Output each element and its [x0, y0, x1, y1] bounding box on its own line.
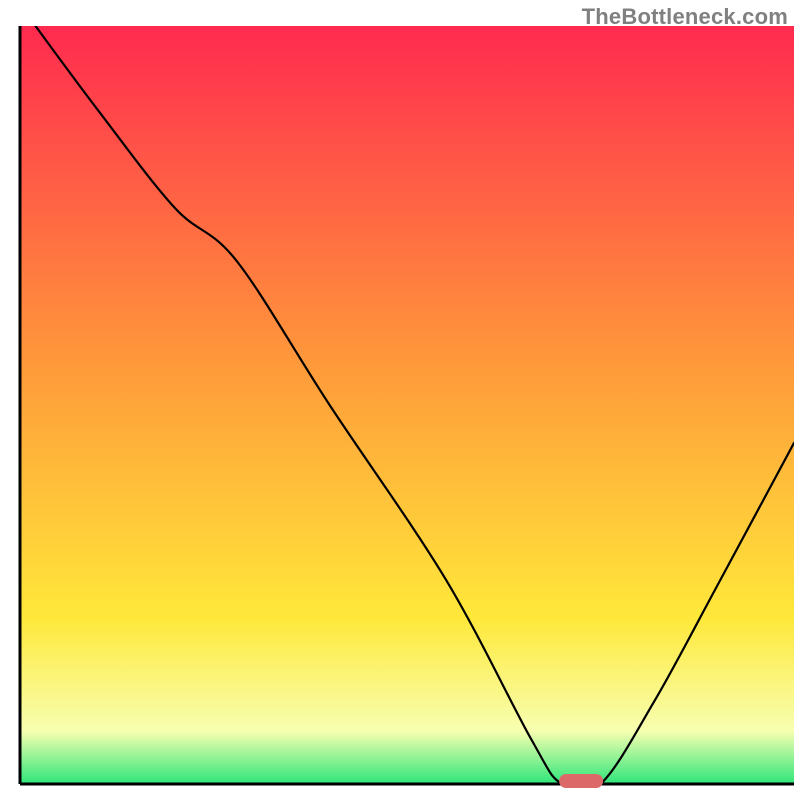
- plot-background: [20, 26, 794, 784]
- watermark-text: TheBottleneck.com: [582, 4, 788, 30]
- optimum-marker: [559, 774, 603, 788]
- chart-container: TheBottleneck.com: [0, 0, 800, 800]
- bottleneck-plot: [0, 0, 800, 800]
